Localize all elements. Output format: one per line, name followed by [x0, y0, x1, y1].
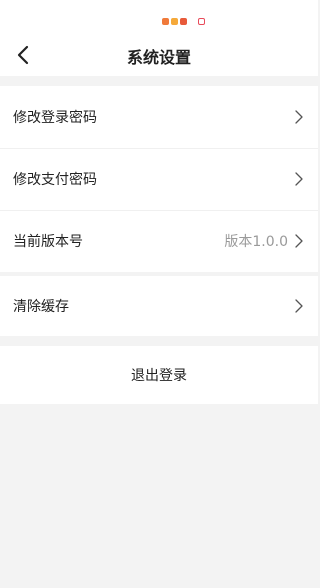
clear-cache-item[interactable]: 清除缓存 — [0, 276, 318, 336]
clear-cache-label: 清除缓存 — [13, 299, 69, 315]
nav-bar: 系统设置 — [0, 34, 318, 76]
account-settings-group: 修改登录密码 修改支付密码 当前版本号 版本1.0.0 — [0, 86, 318, 272]
change-payment-password-item[interactable]: 修改支付密码 — [0, 148, 318, 210]
version-value: 版本1.0.0 — [224, 234, 288, 250]
current-version-item[interactable]: 当前版本号 版本1.0.0 — [0, 210, 318, 272]
logout-button[interactable]: 退出登录 — [0, 346, 318, 404]
status-notification-icons — [162, 18, 207, 25]
change-login-password-item[interactable]: 修改登录密码 — [0, 86, 318, 148]
status-bar — [0, 0, 318, 34]
cache-settings-group: 清除缓存 — [0, 276, 318, 336]
notification-app-icon — [198, 18, 205, 25]
chevron-right-icon — [294, 172, 304, 186]
notification-app-icon — [180, 18, 187, 25]
notification-app-icon — [162, 18, 169, 25]
change-login-password-label: 修改登录密码 — [13, 110, 97, 126]
logout-label: 退出登录 — [131, 368, 187, 384]
change-payment-password-label: 修改支付密码 — [13, 172, 97, 188]
current-version-label: 当前版本号 — [13, 234, 83, 250]
chevron-right-icon — [294, 299, 304, 313]
page-title: 系统设置 — [126, 48, 191, 67]
chevron-right-icon — [294, 110, 304, 124]
chevron-right-icon — [294, 234, 304, 248]
notification-app-icon — [171, 18, 178, 25]
